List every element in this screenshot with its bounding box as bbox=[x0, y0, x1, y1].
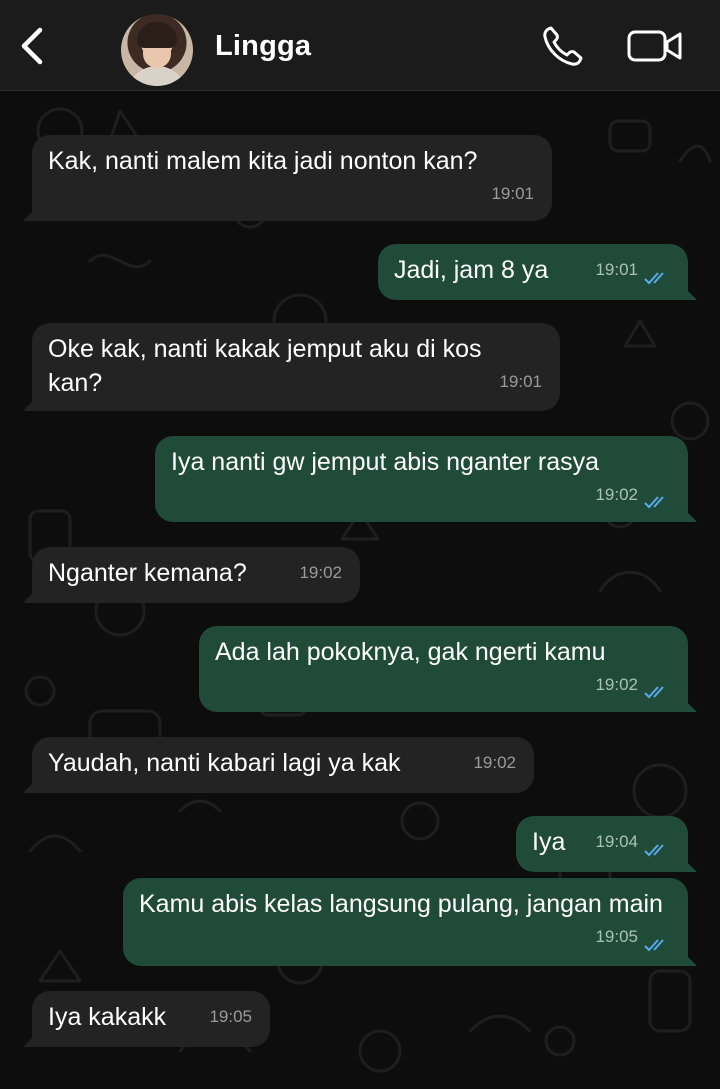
message-text: Jadi, jam 8 ya bbox=[394, 256, 549, 284]
chevron-left-icon[interactable] bbox=[14, 24, 50, 68]
message-time: 19:02 bbox=[595, 485, 638, 504]
message-bubble-incoming[interactable]: Iya kakakk 19:05 bbox=[32, 991, 270, 1047]
message-time: 19:02 bbox=[473, 753, 516, 772]
message-time: 19:01 bbox=[499, 372, 542, 391]
message-bubble-outgoing[interactable]: Ada lah pokoknya, gak ngerti kamu 19:02 bbox=[199, 626, 688, 712]
message-text: Iya nanti gw jemput abis nganter rasya bbox=[171, 448, 600, 476]
message-time: 19:01 bbox=[595, 260, 638, 279]
message-time: 19:02 bbox=[595, 675, 638, 694]
message-time: 19:02 bbox=[299, 563, 342, 582]
message-text: Nganter kemana? bbox=[48, 559, 247, 587]
message-time: 19:04 bbox=[595, 832, 638, 851]
message-time: 19:01 bbox=[491, 184, 534, 203]
phone-icon[interactable] bbox=[541, 24, 587, 68]
message-bubble-incoming[interactable]: Yaudah, nanti kabari lagi ya kak 19:02 bbox=[32, 737, 534, 793]
read-receipt-icon bbox=[644, 272, 664, 285]
message-list[interactable]: Kak, nanti malem kita jadi nonton kan? 1… bbox=[0, 91, 720, 1089]
chat-header: Lingga bbox=[0, 0, 720, 91]
message-bubble-outgoing[interactable]: Iya nanti gw jemput abis nganter rasya 1… bbox=[155, 436, 688, 522]
message-bubble-incoming[interactable]: Kak, nanti malem kita jadi nonton kan? 1… bbox=[32, 135, 552, 221]
message-time: 19:05 bbox=[595, 927, 638, 946]
message-bubble-outgoing[interactable]: Iya 19:04 bbox=[516, 816, 688, 872]
avatar[interactable] bbox=[121, 14, 193, 86]
message-text: Ada lah pokoknya, gak ngerti kamu bbox=[215, 638, 606, 666]
message-bubble-outgoing[interactable]: Jadi, jam 8 ya 19:01 bbox=[378, 244, 688, 300]
message-bubble-outgoing[interactable]: Kamu abis kelas langsung pulang, jangan … bbox=[123, 878, 688, 966]
message-text: Kak, nanti malem kita jadi nonton kan? bbox=[48, 147, 478, 175]
message-text: Oke kak, nanti kakak jemput aku di kos k… bbox=[48, 335, 482, 397]
message-bubble-incoming[interactable]: Oke kak, nanti kakak jemput aku di kos k… bbox=[32, 323, 560, 411]
message-time: 19:05 bbox=[209, 1007, 252, 1026]
read-receipt-icon bbox=[644, 939, 664, 952]
contact-name[interactable]: Lingga bbox=[215, 30, 311, 63]
video-camera-icon[interactable] bbox=[626, 26, 684, 66]
message-text: Yaudah, nanti kabari lagi ya kak bbox=[48, 749, 401, 777]
read-receipt-icon bbox=[644, 686, 664, 699]
message-text: Iya bbox=[532, 828, 566, 856]
message-bubble-incoming[interactable]: Nganter kemana? 19:02 bbox=[32, 547, 360, 603]
read-receipt-icon bbox=[644, 844, 664, 857]
message-text: Kamu abis kelas langsung pulang, jangan … bbox=[139, 890, 663, 918]
read-receipt-icon bbox=[644, 496, 664, 509]
message-text: Iya kakakk bbox=[48, 1003, 167, 1031]
